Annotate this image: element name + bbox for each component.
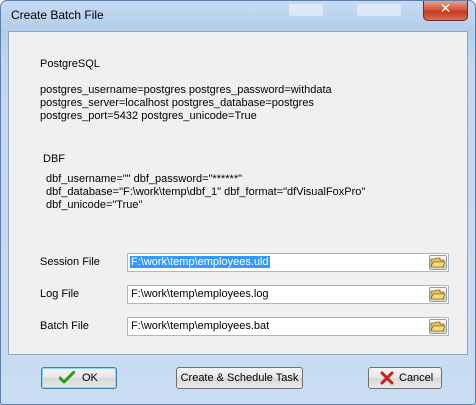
window-title: Create Batch File [11, 8, 104, 22]
background-ghost-left [289, 4, 323, 16]
target-line-2: dbf_database="F:\work\temp\dbf_1" dbf_fo… [46, 186, 366, 198]
source-heading: PostgreSQL [40, 58, 100, 70]
x-icon [380, 371, 394, 385]
create-schedule-task-label: Create & Schedule Task [180, 372, 299, 384]
session-file-value: F:\work\temp\employees.uld [130, 256, 270, 268]
button-bar: OK Create & Schedule Task Cancel [8, 354, 466, 398]
source-line-1: postgres_username=postgres postgres_pass… [40, 84, 332, 96]
dialog-window: Create Batch File ✕ PostgreSQL postgres_… [0, 0, 476, 405]
target-line-1: dbf_username="" dbf_password="******" [46, 173, 243, 185]
batch-file-input[interactable]: F:\work\temp\employees.bat [127, 317, 449, 336]
source-line-2: postgres_server=localhost postgres_datab… [40, 97, 314, 109]
target-line-3: dbf_unicode="True" [46, 199, 143, 211]
window-close-button[interactable]: ✕ [423, 1, 468, 21]
create-schedule-task-button[interactable]: Create & Schedule Task [176, 367, 303, 389]
ok-label: OK [82, 372, 98, 384]
background-ghost-right [357, 4, 401, 16]
log-file-value: F:\work\temp\employees.log [131, 288, 269, 300]
log-browse-button[interactable] [429, 287, 447, 302]
batch-browse-button[interactable] [429, 319, 447, 334]
log-file-input[interactable]: F:\work\temp\employees.log [127, 285, 449, 304]
close-icon: ✕ [439, 1, 452, 17]
session-browse-button[interactable] [429, 255, 447, 270]
folder-open-icon [430, 321, 446, 332]
session-file-input[interactable]: F:\work\temp\employees.uld [127, 253, 449, 272]
check-icon [59, 371, 75, 384]
batch-file-value: F:\work\temp\employees.bat [131, 320, 270, 332]
target-heading: DBF [43, 153, 65, 165]
cancel-label: Cancel [399, 372, 434, 384]
source-line-3: postgres_port=5432 postgres_unicode=True [40, 110, 257, 122]
session-file-label: Session File [40, 256, 100, 268]
folder-open-icon [430, 289, 446, 300]
dialog-content: PostgreSQL postgres_username=postgres po… [8, 31, 468, 355]
title-bar[interactable]: Create Batch File ✕ [1, 1, 475, 31]
batch-file-label: Batch File [40, 320, 89, 332]
log-file-label: Log File [40, 288, 80, 300]
cancel-button[interactable]: Cancel [368, 367, 442, 389]
folder-open-icon [430, 257, 446, 268]
ok-button[interactable]: OK [41, 367, 117, 389]
